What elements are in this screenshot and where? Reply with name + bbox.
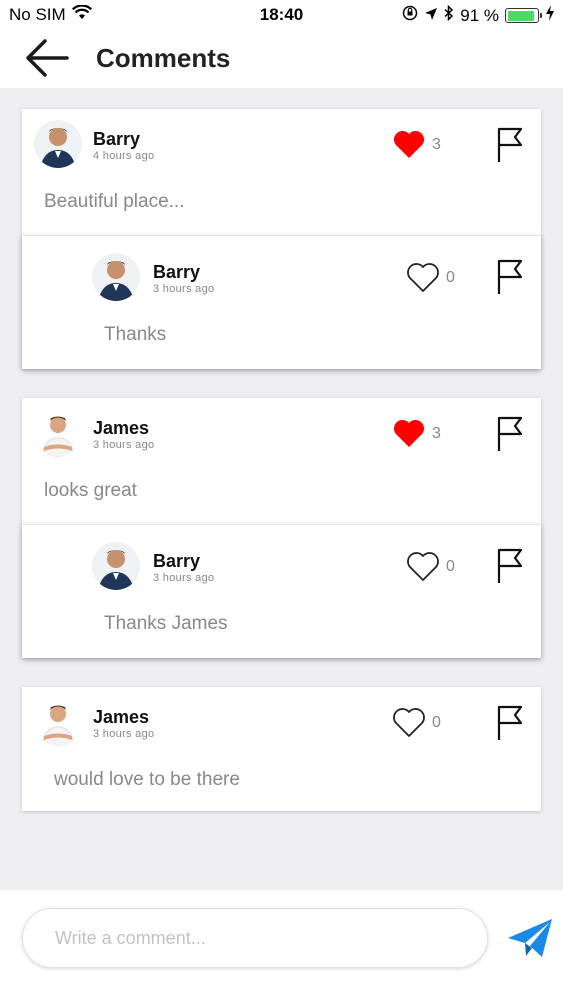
paper-plane-icon xyxy=(508,919,552,957)
author-name[interactable]: Barry xyxy=(153,551,200,572)
flag-icon[interactable] xyxy=(496,127,524,163)
page-title: Comments xyxy=(96,43,231,73)
like-count: 0 xyxy=(446,558,455,575)
heart-filled-icon[interactable] xyxy=(392,417,426,449)
like-count: 3 xyxy=(432,136,441,153)
like-count: 3 xyxy=(432,425,441,442)
avatar xyxy=(34,698,82,746)
heart-outline-icon[interactable] xyxy=(392,706,426,738)
avatar xyxy=(92,253,140,301)
location-arrow-icon xyxy=(424,6,438,26)
comment-composer xyxy=(0,890,563,1000)
author-name[interactable]: Barry xyxy=(93,129,140,150)
heart-filled-icon[interactable] xyxy=(392,128,426,160)
send-button[interactable] xyxy=(506,916,554,960)
heart-outline-icon[interactable] xyxy=(406,261,440,293)
flag-icon[interactable] xyxy=(496,416,524,452)
author-name[interactable]: Barry xyxy=(153,262,200,283)
flag-icon[interactable] xyxy=(496,705,524,741)
comment-text: Beautiful place... xyxy=(44,191,185,212)
timestamp: 3 hours ago xyxy=(93,728,155,740)
avatar xyxy=(34,409,82,457)
flag-icon[interactable] xyxy=(496,259,524,295)
bluetooth-icon xyxy=(444,4,454,26)
comment-card: James 3 hours ago 3 looks great Barry 3 … xyxy=(22,398,541,658)
avatar xyxy=(92,542,140,590)
like-count: 0 xyxy=(432,714,441,731)
battery-level xyxy=(507,10,534,21)
comment-input[interactable] xyxy=(22,908,488,968)
timestamp: 3 hours ago xyxy=(153,572,215,584)
timestamp: 4 hours ago xyxy=(93,150,155,162)
avatar xyxy=(34,120,82,168)
heart-outline-icon[interactable] xyxy=(406,550,440,582)
comment-card: Barry 4 hours ago 3 Beautiful place... B… xyxy=(22,109,541,369)
author-name[interactable]: James xyxy=(93,418,149,439)
timestamp: 3 hours ago xyxy=(93,439,155,451)
battery-percent: 91 % xyxy=(460,5,499,25)
comment-text: Thanks James xyxy=(104,613,228,634)
back-button[interactable] xyxy=(22,36,72,80)
comment-card: James 3 hours ago 0 would love to be the… xyxy=(22,687,541,811)
comment-text: looks great xyxy=(44,480,137,501)
status-right: 91 % xyxy=(402,4,555,26)
battery-icon xyxy=(505,8,542,23)
charging-bolt-icon xyxy=(545,5,555,26)
reply-card: Barry 3 hours ago 0 Thanks James xyxy=(22,524,541,658)
author-name[interactable]: James xyxy=(93,707,149,728)
timestamp: 3 hours ago xyxy=(153,283,215,295)
orientation-lock-icon xyxy=(402,5,418,26)
arrow-left-icon xyxy=(26,39,69,77)
like-count: 0 xyxy=(446,269,455,286)
reply-card: Barry 3 hours ago 0 Thanks xyxy=(22,235,541,369)
header: Comments xyxy=(0,30,563,88)
comment-text: Thanks xyxy=(104,324,167,345)
comment-text: would love to be there xyxy=(54,769,240,790)
flag-icon[interactable] xyxy=(496,548,524,584)
status-bar: No SIM 18:40 91 % xyxy=(0,0,563,30)
